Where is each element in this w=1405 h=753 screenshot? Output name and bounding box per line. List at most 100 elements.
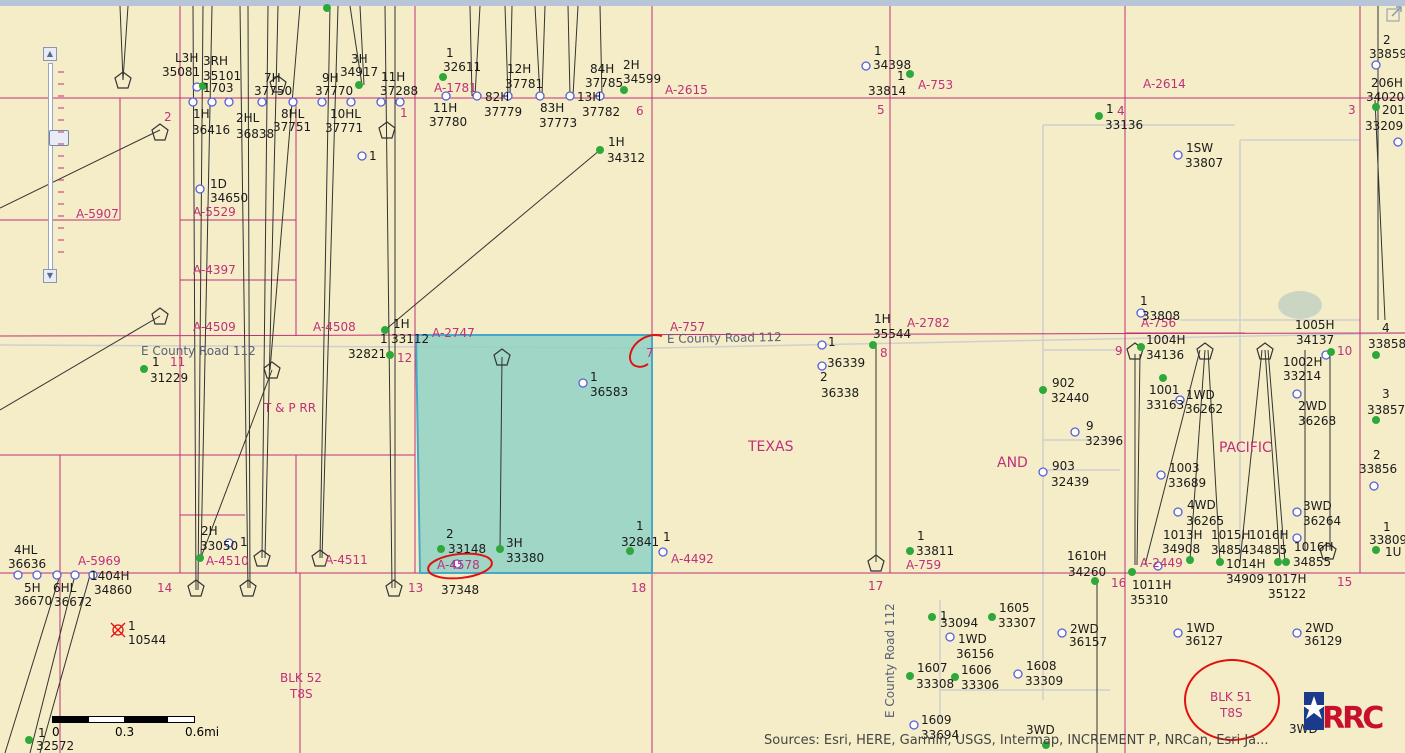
well-label: 1004H <box>1146 333 1186 347</box>
oil-well-icon <box>1216 558 1224 566</box>
well-label: 9H <box>322 71 339 85</box>
well-label: 32439 <box>1051 475 1089 489</box>
permit-well-icon <box>1369 481 1379 491</box>
well-label: 1703 <box>203 81 234 95</box>
well-label: 3RH <box>203 54 228 68</box>
well-label: 1017H <box>1267 572 1307 586</box>
place-label-texas: TEXAS <box>747 439 794 455</box>
well-label: 32841 <box>621 535 659 549</box>
well-label: 33148 <box>448 542 486 556</box>
oil-well-icon <box>355 81 363 89</box>
well-label: 36264 <box>1303 514 1341 528</box>
well-label: 1610H <box>1067 549 1107 563</box>
well-label: 37751 <box>273 120 311 134</box>
zoom-slider[interactable]: ▲ ▼ <box>40 47 69 283</box>
well-label: 10HL <box>330 107 361 121</box>
well-label: 1016H <box>1294 540 1334 554</box>
well-label: 34908 <box>1162 542 1200 556</box>
section-number: 13 <box>408 581 423 595</box>
permit-well-icon <box>1156 470 1166 480</box>
well-label: 2WD <box>1305 621 1334 635</box>
well-label: 33811 <box>916 544 954 558</box>
well-label: 37785 <box>585 76 623 90</box>
well-label: 10544 <box>128 633 166 647</box>
zoom-out-button[interactable]: ▼ <box>43 269 57 283</box>
abstract-label: A-5907 <box>76 207 119 221</box>
well-label: 1 <box>1106 102 1114 116</box>
map-view[interactable]: 2 1 6 5 4 3 7 8 9 10 11 12 13 14 15 16 1… <box>0 0 1405 753</box>
well-label: 1005H <box>1295 318 1335 332</box>
permit-well-icon <box>658 547 668 557</box>
well-label: 1609 <box>921 713 952 727</box>
well-label: 1 <box>1140 294 1148 308</box>
well-label: 1 <box>663 530 671 544</box>
section-number: 4 <box>1117 104 1125 118</box>
permit-well-icon <box>288 97 298 107</box>
road-label: E County Road 112 <box>667 330 782 346</box>
well-label: 1002H <box>1283 355 1323 369</box>
well-label: 33308 <box>916 677 954 691</box>
well-label: 1U <box>1385 545 1401 559</box>
zoom-track[interactable] <box>48 63 69 270</box>
oil-well-icon <box>1327 348 1335 356</box>
well-label: 84H <box>590 62 614 76</box>
well-label: 35310 <box>1130 593 1168 607</box>
block-label: BLK 51 <box>1210 690 1252 704</box>
zoom-in-button[interactable]: ▲ <box>43 47 57 61</box>
permit-well-icon <box>1173 507 1183 517</box>
expand-icon[interactable] <box>1386 6 1402 22</box>
well-label: 37771 <box>325 121 363 135</box>
section-number: 2 <box>164 110 172 124</box>
well-label: 2H <box>623 58 640 72</box>
permit-well-icon <box>1038 467 1048 477</box>
well-label: 37781 <box>505 77 543 91</box>
well-label: 31229 <box>150 371 188 385</box>
oil-well-icon <box>437 545 445 553</box>
permit-well-icon <box>346 97 356 107</box>
permit-well-icon <box>535 91 545 101</box>
well-label: 1D <box>210 177 227 191</box>
well-label: 3WD <box>1303 499 1332 513</box>
well-label: 1 <box>636 519 644 533</box>
permit-well-icon <box>70 570 80 580</box>
section-number: 6 <box>636 104 644 118</box>
well-label: 3 <box>1382 387 1390 401</box>
permit-well-icon <box>195 184 205 194</box>
well-label: 3H <box>351 52 368 66</box>
well-label: 2HL <box>236 111 260 125</box>
well-label: 37750 <box>254 84 292 98</box>
permit-well-icon <box>565 91 575 101</box>
well-label: 12H <box>507 62 531 76</box>
abstract-label: A-1781 <box>434 81 477 95</box>
well-label: 5H <box>24 581 41 595</box>
permit-well-icon <box>376 97 386 107</box>
abstract-label: A-2782 <box>907 316 950 330</box>
oil-well-icon <box>928 613 936 621</box>
permit-well-icon <box>32 570 42 580</box>
well-label: 35544 <box>873 327 911 341</box>
abstract-label: A-759 <box>906 558 941 572</box>
abstract-label: A-4397 <box>193 263 236 277</box>
oil-well-icon <box>906 672 914 680</box>
permit-well-icon <box>317 97 327 107</box>
abstract-label: A-4510 <box>206 554 249 568</box>
section-number: 18 <box>631 581 646 595</box>
permit-well-icon <box>357 151 367 161</box>
oil-well-icon <box>1372 103 1380 111</box>
oil-well-icon <box>1137 343 1145 351</box>
well-label: 33814 <box>868 84 906 98</box>
oil-well-icon <box>140 365 148 373</box>
abstract-label: A-2449 <box>1140 556 1183 570</box>
oil-well-icon <box>1159 374 1167 382</box>
permit-well-icon <box>817 340 827 350</box>
well-label: 36129 <box>1304 634 1342 648</box>
well-label: 1 <box>917 529 925 543</box>
well-label: 36583 <box>590 385 628 399</box>
well-label: 37773 <box>539 116 577 130</box>
permit-well-icon <box>1292 507 1302 517</box>
well-label: 2WD <box>1070 622 1099 636</box>
well-label: 1015H <box>1211 528 1251 542</box>
well-label: 32821 <box>348 347 386 361</box>
well-label: 6HL <box>53 581 77 595</box>
permit-well-icon <box>188 97 198 107</box>
